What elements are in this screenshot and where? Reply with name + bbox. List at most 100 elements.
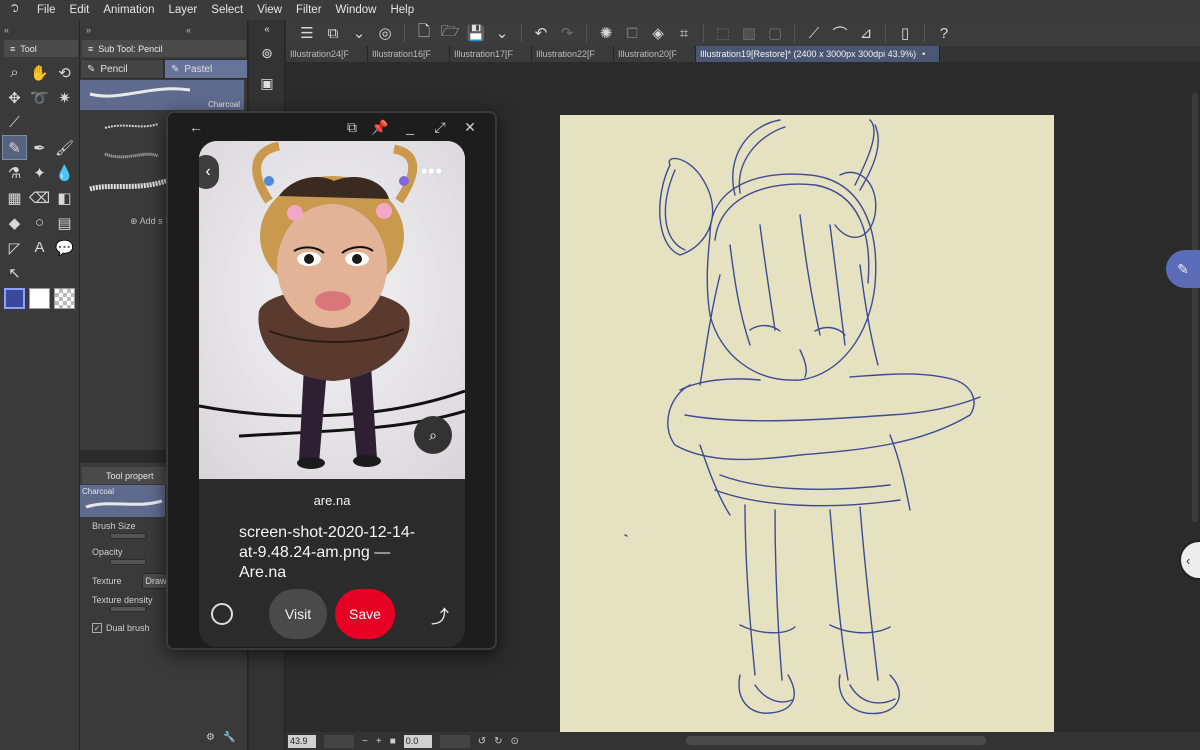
main-color-swatch[interactable] — [2, 286, 27, 311]
close-dot-icon[interactable]: • — [922, 49, 925, 59]
app-logo-icon[interactable]: ᭡ — [0, 0, 30, 20]
new-file-icon[interactable]: 🗋 — [411, 20, 437, 46]
menu-animation[interactable]: Animation — [96, 0, 161, 20]
collapse-icon[interactable]: « — [0, 20, 79, 39]
airbrush-icon[interactable]: ⚗ — [2, 160, 27, 185]
rotate-right-icon[interactable]: ↻ — [494, 736, 502, 747]
undo-icon[interactable]: ↶ — [528, 20, 554, 46]
visual-search-icon[interactable]: ⌕ — [414, 416, 452, 454]
side-panel-toggle[interactable]: ‹ — [1179, 540, 1200, 580]
visit-button[interactable]: Visit — [269, 589, 327, 639]
save-button[interactable]: Save — [335, 589, 395, 639]
tab-pencil[interactable]: ✎ Pencil — [80, 59, 164, 79]
tab-illustration17[interactable]: Illustration17[F — [450, 46, 532, 62]
texture-density-slider[interactable] — [110, 606, 146, 612]
hamburger-menu-icon[interactable]: ☰ — [294, 20, 320, 46]
layer-property-icon[interactable]: ▣ — [249, 68, 285, 98]
chevron-down-icon[interactable]: ⌄ — [346, 20, 372, 46]
menu-window[interactable]: Window — [329, 0, 384, 20]
fill-icon[interactable]: ◆ — [2, 210, 27, 235]
pin-photo[interactable]: ‹ ••• ⌕ — [199, 141, 465, 479]
dual-brush-checkbox[interactable]: ✓ Dual brush — [92, 623, 150, 633]
ruler-icon[interactable]: ◸ — [2, 235, 27, 260]
pencil-icon[interactable]: ✎ — [2, 135, 27, 160]
select-border-icon[interactable]: ▢ — [762, 20, 788, 46]
tab-illustration22[interactable]: Illustration22[F — [532, 46, 614, 62]
brush-charcoal[interactable]: Charcoal — [80, 80, 244, 110]
blend-icon[interactable]: ◧ — [52, 185, 77, 210]
tab-pastel[interactable]: ✎ Pastel — [164, 59, 248, 79]
zoom-out-icon[interactable]: − — [362, 736, 368, 747]
window-title-bar[interactable]: ← ⧉ 📌 _ ⤢ ✕ — [168, 113, 495, 141]
move-icon[interactable]: ✥ — [2, 85, 27, 110]
arrow-left-icon[interactable]: ← — [184, 117, 208, 137]
more-dots-icon[interactable]: ••• — [421, 161, 443, 182]
special-ruler-icon[interactable]: ⌒ — [827, 20, 853, 46]
deselect-icon[interactable]: ⬚ — [710, 20, 736, 46]
menu-layer[interactable]: Layer — [162, 0, 205, 20]
sub-color-swatch[interactable] — [27, 286, 52, 311]
sub-tool-title-bar[interactable]: ≡ Sub Tool: Pencil — [82, 40, 246, 57]
menu-edit[interactable]: Edit — [63, 0, 97, 20]
chevron-down-icon[interactable]: ⌄ — [489, 20, 515, 46]
brush-size-slider[interactable] — [110, 533, 146, 539]
minimize-icon[interactable]: _ — [398, 117, 422, 137]
zoom-icon[interactable]: ⌕ — [2, 60, 27, 85]
rotation-slider[interactable] — [439, 734, 470, 748]
pin-source[interactable]: are.na — [199, 493, 465, 508]
horizontal-scrollbar[interactable] — [686, 736, 986, 745]
tab-illustration19[interactable]: Illustration19[Restore]* (2400 x 3000px … — [696, 46, 940, 62]
share-icon[interactable]: ⤴ — [431, 603, 449, 629]
correction-icon[interactable]: ↖ — [2, 260, 27, 285]
rotate-left-icon[interactable]: ↺ — [478, 736, 486, 747]
smartphone-icon[interactable]: ▯ — [892, 20, 918, 46]
eraser-icon[interactable]: ⌫ — [27, 185, 52, 210]
tab-illustration20[interactable]: Illustration20[F — [614, 46, 696, 62]
add-sub-tool-button[interactable]: ⊕ Add s — [130, 216, 163, 227]
menu-select[interactable]: Select — [204, 0, 250, 20]
menu-file[interactable]: File — [30, 0, 63, 20]
menu-help[interactable]: Help — [383, 0, 421, 20]
rotation-field[interactable]: 0.0 — [403, 734, 432, 748]
collapse-icon[interactable]: « — [249, 20, 285, 38]
text-icon[interactable]: A — [27, 235, 52, 260]
redo-icon[interactable]: ↷ — [554, 20, 580, 46]
shape-icon[interactable]: ○ — [27, 210, 52, 235]
fill-bucket-icon[interactable]: ◈ — [645, 20, 671, 46]
invert-selection-icon[interactable]: ▨ — [736, 20, 762, 46]
balloon-icon[interactable]: 💬 — [52, 235, 77, 260]
pen-icon[interactable]: ✒ — [27, 135, 52, 160]
menu-view[interactable]: View — [250, 0, 289, 20]
tab-illustration24[interactable]: Illustration24[F — [286, 46, 368, 62]
reset-rotation-icon[interactable]: ⊙ — [511, 736, 519, 747]
save-icon[interactable]: 💾 — [463, 20, 489, 46]
navigator-icon[interactable]: ⊚ — [249, 38, 285, 68]
comment-icon[interactable] — [211, 603, 233, 625]
rotate-icon[interactable]: ⟲ — [52, 60, 77, 85]
copy-icon[interactable]: ⧠ — [619, 20, 645, 46]
tab-illustration16[interactable]: Illustration16[F — [368, 46, 450, 62]
grid-snap-icon[interactable]: ⊿ — [853, 20, 879, 46]
watercolor-icon[interactable]: 💧 — [52, 160, 77, 185]
hand-icon[interactable]: ✋ — [27, 60, 52, 85]
crop-icon[interactable]: ⌗ — [671, 20, 697, 46]
auto-select-icon[interactable]: ✷ — [52, 85, 77, 110]
vertical-scrollbar[interactable] — [1192, 92, 1198, 522]
loading-icon[interactable]: ✺ — [593, 20, 619, 46]
tool-tab[interactable]: ≡ Tool — [4, 40, 78, 57]
zoom-field[interactable]: 43.9 — [288, 734, 316, 748]
ruler-snap-icon[interactable]: ⟋ — [801, 20, 827, 46]
sparkle-icon[interactable]: ✦ — [27, 160, 52, 185]
opacity-slider[interactable] — [110, 559, 146, 565]
transform-icon[interactable]: ⧉ — [320, 20, 346, 46]
wrench-icon[interactable]: 🔧 — [223, 732, 235, 748]
brush-icon[interactable]: 🖌 — [52, 135, 77, 160]
eyedropper-icon[interactable]: ⟋ — [2, 110, 27, 135]
pin-icon[interactable]: 📌 — [368, 117, 392, 137]
settings-icon[interactable]: ⚙ — [206, 732, 215, 748]
help-icon[interactable]: ? — [931, 20, 957, 46]
transparent-color-swatch[interactable] — [52, 286, 77, 311]
menu-filter[interactable]: Filter — [289, 0, 329, 20]
edit-pen-icon[interactable]: ✎ — [1166, 250, 1200, 288]
maximize-icon[interactable]: ⤢ — [428, 117, 452, 137]
